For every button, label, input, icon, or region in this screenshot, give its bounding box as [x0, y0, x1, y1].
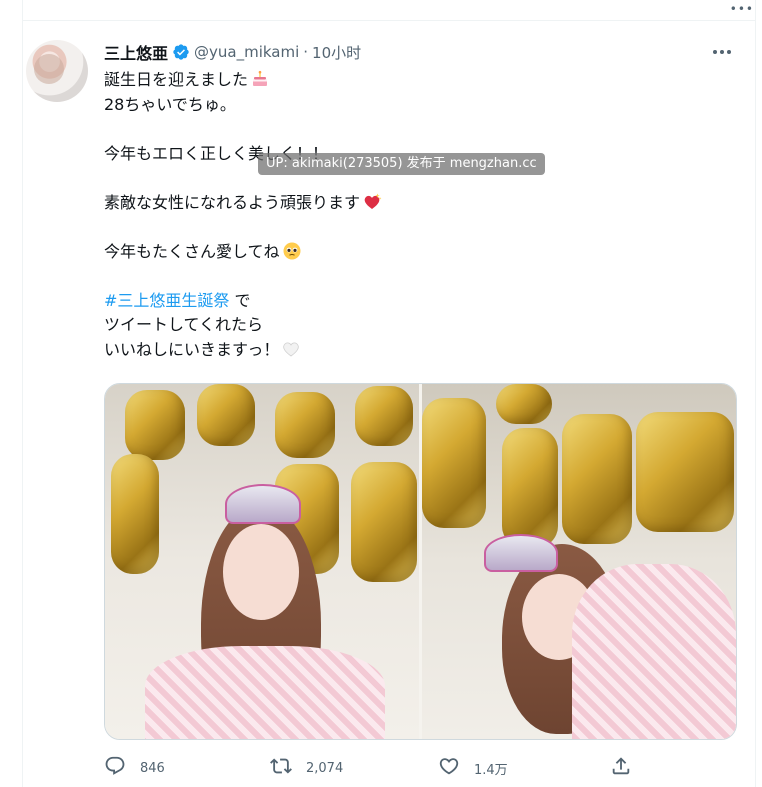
tiara-icon: [484, 534, 558, 572]
tweet-header: 三上悠亜 @yua_mikami · 10小时: [104, 40, 361, 64]
gold-balloon: [636, 412, 734, 532]
tweet-line-text: 素敵な女性になれるよう頑張ります: [104, 192, 361, 212]
heart-icon: [438, 755, 460, 781]
person-face: [223, 524, 299, 620]
hashtag-link[interactable]: #三上悠亜生誕祭: [104, 291, 229, 310]
tweet-line: 今年もたくさん愛してね: [104, 240, 734, 265]
more-dot-icon: [727, 50, 731, 54]
gold-balloon: [422, 398, 486, 528]
tweet-line-text: 誕生日を迎えました: [104, 70, 249, 89]
header-separator: ·: [303, 43, 309, 61]
sparkling-heart-icon: [362, 192, 382, 212]
retweet-button[interactable]: 2,074: [270, 754, 343, 782]
reply-count: 846: [140, 760, 165, 776]
author-handle[interactable]: @yua_mikami: [194, 43, 299, 61]
retweet-count: 2,074: [306, 760, 344, 776]
tweet-line-text: 今年もたくさん愛してね: [104, 241, 280, 261]
pleading-face-icon: [282, 241, 302, 261]
timeline-border-left: [22, 0, 23, 787]
like-count: 1.4万: [474, 762, 508, 778]
tweet-photo-2[interactable]: [422, 384, 736, 739]
gold-balloon: [197, 384, 255, 446]
tweet-media-grid: [104, 383, 737, 740]
gold-balloon: [275, 392, 335, 458]
tweet-line-text: いいねしにいきますっ！: [104, 339, 280, 359]
tweet-line: 28ちゃいでちゅ。: [104, 94, 236, 114]
more-dot-icon: [720, 50, 724, 54]
person-dress: [572, 564, 736, 739]
tiara-icon: [225, 484, 301, 524]
birthday-cake-icon: [250, 69, 270, 89]
gold-balloon: [562, 414, 632, 544]
share-button[interactable]: [610, 754, 632, 782]
gold-balloon: [355, 386, 413, 446]
retweet-icon: [270, 755, 292, 781]
tweet-line: いいねしにいきますっ！: [104, 338, 734, 363]
tweet-divider: [22, 20, 756, 21]
white-heart-icon: [281, 339, 301, 359]
watermark-label: UP: akimaki(273505) 发布于 mengzhan.cc: [258, 153, 545, 175]
reply-button[interactable]: 846: [104, 754, 165, 782]
avatar[interactable]: [26, 40, 88, 102]
share-icon: [610, 755, 632, 781]
tweet-line: ツイートしてくれたら: [104, 315, 264, 334]
person-dress: [145, 646, 385, 739]
tweet-line: 素敵な女性になれるよう頑張ります: [104, 191, 734, 216]
gold-balloon: [125, 390, 185, 460]
timeline-border-right: [755, 0, 756, 787]
like-button[interactable]: 1.4万: [438, 754, 508, 782]
gold-balloon: [111, 454, 159, 574]
tweet-line: 誕生日を迎えました: [104, 68, 734, 93]
more-dot-icon: [713, 50, 717, 54]
verified-badge-icon: [172, 43, 190, 61]
tweet-timestamp[interactable]: 10小时: [312, 42, 361, 63]
gold-balloon: [351, 462, 417, 582]
author-display-name[interactable]: 三上悠亜: [104, 40, 168, 64]
tweet-photo-1[interactable]: [105, 384, 419, 739]
tweet-text: 誕生日を迎えました 28ちゃいでちゅ。 今年もエロく正しく美しく！！ 素敵な女性…: [104, 68, 734, 362]
more-options-button[interactable]: [708, 42, 736, 62]
tweet-action-bar: 846 2,074 1.4万: [104, 754, 734, 782]
reply-icon: [104, 755, 126, 781]
tweet-line-text: で: [229, 290, 251, 310]
gold-balloon: [496, 384, 552, 424]
gold-balloon: [502, 428, 558, 548]
previous-tweet-more-icon[interactable]: •••: [730, 2, 754, 16]
tweet-page: ••• 三上悠亜 @yua_mikami · 10小时 誕生日を迎えました 28…: [0, 0, 762, 787]
tweet-line: #三上悠亜生誕祭 で: [104, 289, 734, 314]
avatar-photo: [34, 54, 64, 84]
